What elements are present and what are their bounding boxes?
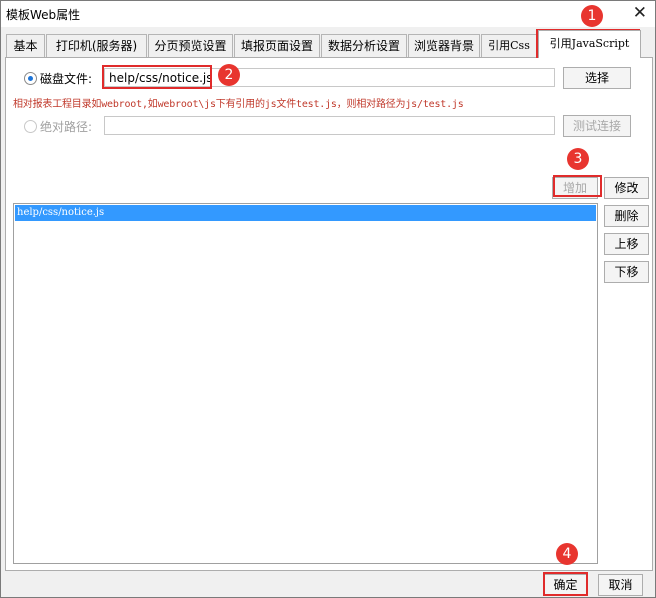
select-file-button[interactable]: 选择 <box>563 67 631 89</box>
tab-reference-css[interactable]: 引用Css <box>481 34 537 57</box>
annotation-box-add <box>553 175 602 197</box>
test-connection-button[interactable]: 测试连接 <box>563 115 631 137</box>
disk-file-radio[interactable] <box>24 72 37 85</box>
annotation-badge-2: 2 <box>218 64 240 86</box>
move-down-button[interactable]: 下移 <box>604 261 649 283</box>
tab-panel: 磁盘文件: help/css/notice.js 选择 相对报表工程目录如web… <box>5 57 653 571</box>
annotation-box-ok <box>543 572 588 596</box>
move-up-button[interactable]: 上移 <box>604 233 649 255</box>
annotation-badge-4: 4 <box>556 543 578 565</box>
tab-basic[interactable]: 基本 <box>6 34 45 57</box>
tab-fill-page[interactable]: 填报页面设置 <box>234 34 320 57</box>
tab-page-preview[interactable]: 分页预览设置 <box>148 34 233 57</box>
annotation-badge-3: 3 <box>567 148 589 170</box>
close-icon[interactable]: ✕ <box>633 3 647 23</box>
absolute-path-input[interactable] <box>104 116 555 135</box>
script-list[interactable]: help/css/notice.js <box>13 203 598 564</box>
delete-button[interactable]: 删除 <box>604 205 649 227</box>
absolute-path-radio[interactable] <box>24 120 37 133</box>
path-hint: 相对报表工程目录如webroot,如webroot\js下有引用的js文件tes… <box>13 99 464 110</box>
absolute-path-label: 绝对路径: <box>40 120 93 134</box>
disk-file-label: 磁盘文件: <box>40 72 93 86</box>
cancel-button[interactable]: 取消 <box>598 574 643 596</box>
modify-button[interactable]: 修改 <box>604 177 649 199</box>
tab-data-analysis[interactable]: 数据分析设置 <box>321 34 407 57</box>
dialog-title: 模板Web属性 <box>6 8 81 22</box>
annotation-box-disk-file <box>102 65 212 89</box>
list-item[interactable]: help/css/notice.js <box>15 205 596 221</box>
annotation-badge-1: 1 <box>581 5 603 27</box>
dialog-window: 模板Web属性 ✕ 基本 打印机(服务器) 分页预览设置 填报页面设置 数据分析… <box>0 0 656 598</box>
tab-browser-background[interactable]: 浏览器背景 <box>408 34 480 57</box>
title-bar: 模板Web属性 ✕ <box>1 1 655 27</box>
tab-reference-javascript[interactable]: 引用JavaScript <box>538 30 641 58</box>
tab-printer[interactable]: 打印机(服务器) <box>46 34 147 57</box>
